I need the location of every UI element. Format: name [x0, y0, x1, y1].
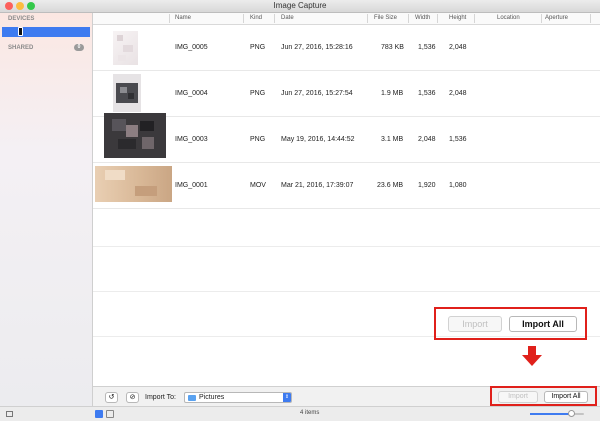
file-date: Jun 27, 2016, 15:27:54	[281, 90, 353, 97]
column-aperture[interactable]: Aperture	[545, 15, 568, 21]
window-title: Image Capture	[273, 1, 327, 10]
delete-icon[interactable]: ⊘	[126, 392, 139, 403]
table-row[interactable]: IMG_0004 PNG Jun 27, 2016, 15:27:54 1.9 …	[93, 71, 600, 117]
file-name: IMG_0004	[175, 90, 208, 97]
column-name[interactable]: Name	[175, 15, 191, 21]
folder-icon	[188, 395, 196, 401]
empty-row	[93, 209, 600, 247]
sidebar-item-device[interactable]	[2, 27, 90, 37]
import-all-button[interactable]: Import All	[544, 391, 588, 403]
destination-select[interactable]: Pictures ⇕	[184, 392, 292, 403]
file-width: 1,920	[418, 182, 436, 189]
file-size: 783 KB	[381, 44, 404, 51]
slider-fill	[530, 413, 571, 415]
import-all-button-enlarged[interactable]: Import All	[509, 316, 577, 332]
column-file-size[interactable]: File Size	[374, 15, 397, 21]
file-size: 1.9 MB	[381, 90, 404, 97]
file-size: 3.1 MB	[381, 136, 404, 143]
sidebar-toggle-icon[interactable]	[6, 411, 13, 417]
file-name: IMG_0005	[175, 44, 208, 51]
column-header: Name Kind Date File Size Width Height Lo…	[93, 13, 600, 25]
devices-heading: DEVICES	[8, 16, 35, 22]
table-row[interactable]: IMG_0001 MOV Mar 21, 2016, 17:39:07 23.6…	[93, 163, 600, 209]
rotate-icon[interactable]: ↺	[105, 392, 118, 403]
file-height: 2,048	[449, 90, 467, 97]
file-kind: PNG	[250, 136, 266, 143]
highlight-callout: Import Import All	[434, 307, 587, 340]
file-kind: MOV	[250, 182, 266, 189]
image-capture-window: Image Capture DEVICES SHARED 0 Name Kind…	[0, 0, 600, 421]
file-name: IMG_0001	[175, 182, 208, 189]
title-bar: Image Capture	[0, 0, 600, 13]
highlight-box: Import Import All	[490, 386, 597, 406]
chevron-updown-icon: ⇕	[283, 393, 291, 402]
file-kind: PNG	[250, 44, 266, 51]
file-thumbnail	[104, 113, 166, 158]
grid-view-icon[interactable]	[106, 410, 114, 418]
import-button-enlarged[interactable]: Import	[448, 316, 502, 332]
column-width[interactable]: Width	[415, 15, 430, 21]
status-bar: 4 items	[0, 406, 600, 421]
sidebar: DEVICES SHARED 0	[0, 13, 93, 406]
table-row[interactable]: IMG_0005 PNG Jun 27, 2016, 15:28:16 783 …	[93, 25, 600, 71]
thumbnail-size-slider[interactable]	[530, 410, 584, 417]
shared-count-badge: 0	[74, 44, 84, 51]
import-to-label: Import To:	[145, 394, 176, 401]
file-width: 1,536	[418, 44, 436, 51]
empty-row	[93, 247, 600, 292]
file-date: May 19, 2016, 14:44:52	[281, 136, 355, 143]
shared-heading: SHARED	[8, 45, 34, 51]
file-date: Mar 21, 2016, 17:39:07	[281, 182, 354, 189]
file-height: 2,048	[449, 44, 467, 51]
file-kind: PNG	[250, 90, 266, 97]
column-date[interactable]: Date	[281, 15, 294, 21]
file-height: 1,536	[449, 136, 467, 143]
table-row[interactable]: IMG_0003 PNG May 19, 2016, 14:44:52 3.1 …	[93, 113, 600, 163]
file-width: 2,048	[418, 136, 436, 143]
item-count: 4 items	[300, 410, 320, 416]
column-kind[interactable]: Kind	[250, 15, 262, 21]
file-thumbnail	[95, 166, 172, 202]
import-button[interactable]: Import	[498, 391, 538, 403]
column-height[interactable]: Height	[449, 15, 466, 21]
file-thumbnail	[113, 31, 138, 65]
file-name: IMG_0003	[175, 136, 208, 143]
arrow-down-head-icon	[522, 355, 542, 366]
list-view-icon[interactable]	[95, 410, 103, 418]
destination-value: Pictures	[199, 394, 225, 401]
file-date: Jun 27, 2016, 15:28:16	[281, 44, 353, 51]
file-width: 1,536	[418, 90, 436, 97]
file-thumbnail	[113, 74, 141, 112]
slider-knob[interactable]	[567, 410, 575, 417]
file-height: 1,080	[449, 182, 467, 189]
phone-icon	[18, 27, 23, 36]
file-size: 23.6 MB	[377, 182, 404, 189]
column-location[interactable]: Location	[497, 15, 520, 21]
